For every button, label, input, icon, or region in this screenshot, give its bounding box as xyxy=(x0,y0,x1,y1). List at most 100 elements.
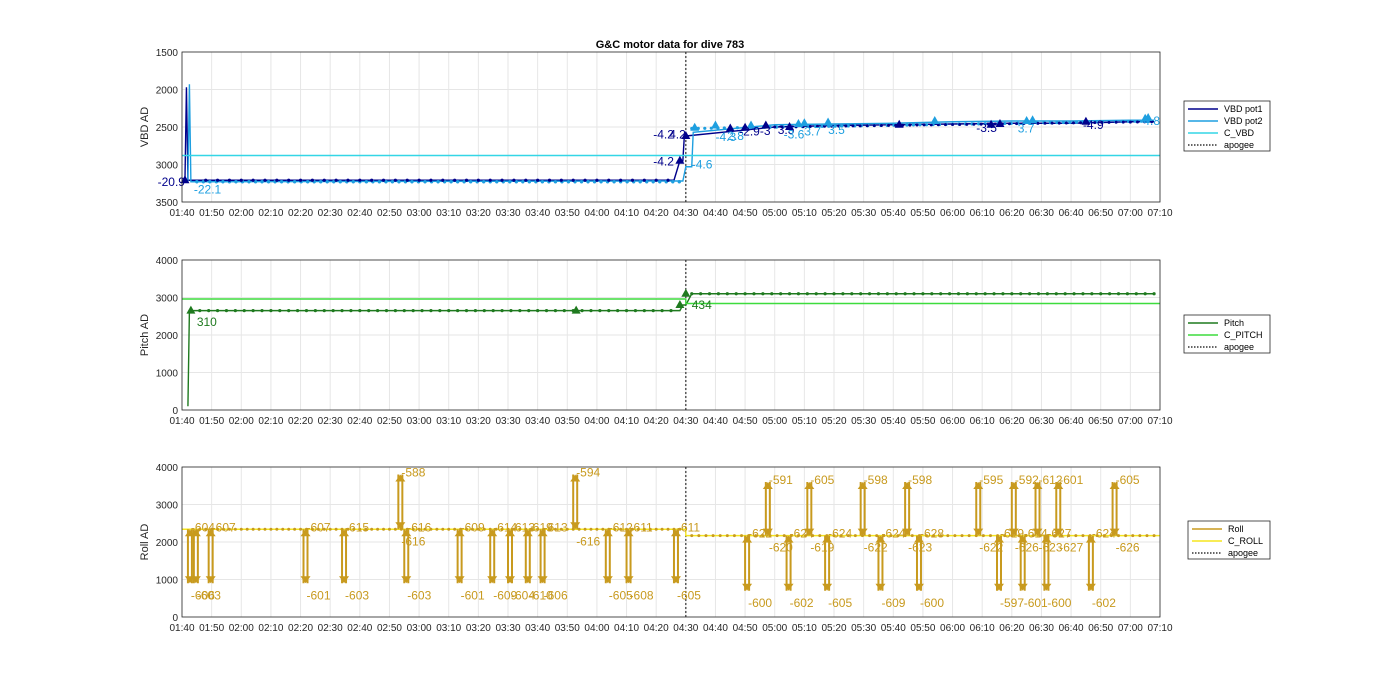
series-dot xyxy=(540,180,545,184)
pot1-dot xyxy=(393,178,397,182)
y-tick-label: 1000 xyxy=(156,369,179,380)
pitch-dot xyxy=(233,309,237,313)
pitch-dot xyxy=(215,309,220,313)
data-label: 310 xyxy=(197,315,217,329)
pitch-dot xyxy=(1028,292,1032,296)
x-tick-label: 03:50 xyxy=(555,623,580,634)
pitch-dot xyxy=(761,292,765,296)
pitch-dot xyxy=(624,309,629,313)
x-tick-label: 02:40 xyxy=(347,623,372,634)
roll-dot xyxy=(275,527,279,531)
x-tick-label: 07:00 xyxy=(1118,416,1143,427)
roll-label: -598 xyxy=(864,473,888,487)
roll-dot xyxy=(704,534,708,538)
roll-label: -605 xyxy=(810,473,834,487)
x-tick-label: 01:40 xyxy=(169,623,194,634)
pot1-dot xyxy=(887,123,891,127)
series-dot xyxy=(364,180,369,184)
roll-label: -611 xyxy=(677,520,700,534)
x-tick-label: 04:40 xyxy=(703,416,728,427)
pot1-dot xyxy=(453,178,457,182)
vbd-subplot: 01:40 01:50 02:00 02:10 02:20 02:30 02:40 02:50… xyxy=(139,48,1271,219)
roll-label: -606 xyxy=(544,588,568,602)
x-tick-label: 04:20 xyxy=(644,416,669,427)
pitch-dot xyxy=(743,292,747,296)
x-tick-label: 06:00 xyxy=(940,416,965,427)
pitch-dot xyxy=(1001,292,1005,296)
pitch-dot xyxy=(823,292,827,296)
x-tick-label: 07:10 xyxy=(1147,416,1172,427)
x-tick-label: 02:40 xyxy=(347,208,372,219)
roll-label: -626 xyxy=(1116,541,1140,555)
pitch-dot xyxy=(850,292,854,296)
roll-dot xyxy=(946,534,950,538)
pot1-dot xyxy=(429,178,433,182)
x-tick-label: 03:40 xyxy=(525,208,550,219)
roll-dot xyxy=(239,527,243,531)
x-tick-label: 06:40 xyxy=(1059,208,1084,219)
pot1-dot xyxy=(500,178,504,182)
series-dot xyxy=(423,180,427,184)
x-tick-label: 06:00 xyxy=(940,623,965,634)
pot1-dot xyxy=(547,178,552,182)
pitch-dot xyxy=(607,309,611,313)
pitch-dot xyxy=(207,309,211,313)
x-tick-label: 01:50 xyxy=(199,208,224,219)
pitch-dot xyxy=(384,309,389,313)
pot1-dot xyxy=(922,123,926,127)
pitch-dot xyxy=(482,309,486,313)
pitch-dot xyxy=(669,309,673,313)
x-tick-label: 01:40 xyxy=(169,208,194,219)
pitch-dot xyxy=(1010,292,1014,296)
roll-dot xyxy=(269,527,273,531)
x-tick-label: 03:50 xyxy=(555,208,580,219)
roll-dot xyxy=(868,534,872,538)
roll-dot xyxy=(257,527,261,531)
pitch-dot xyxy=(1152,292,1156,296)
pot1-dot xyxy=(619,178,623,182)
pitch-dot xyxy=(518,309,522,313)
x-tick-label: 05:30 xyxy=(851,416,876,427)
x-tick-label: 03:30 xyxy=(495,416,520,427)
roll-dot xyxy=(1131,534,1135,538)
pitch-dot xyxy=(544,309,549,313)
pitch-dot xyxy=(598,309,602,313)
data-label: 3.7 xyxy=(1018,122,1035,136)
roll-dot xyxy=(287,527,291,531)
series-dot xyxy=(436,180,440,184)
x-tick-label: 06:10 xyxy=(970,208,995,219)
pot1-dot xyxy=(536,178,540,182)
pot1-dot xyxy=(666,178,670,182)
pitch-dot xyxy=(349,309,353,313)
pot1-dot xyxy=(607,178,611,182)
pot1-dot xyxy=(1043,121,1047,125)
pitch-dot xyxy=(912,292,916,296)
pot1-dot xyxy=(583,178,587,182)
y-axis-label: Roll AD xyxy=(139,524,151,561)
pot1-dot xyxy=(346,178,350,182)
x-tick-label: 02:00 xyxy=(229,623,254,634)
series-dot xyxy=(390,180,395,184)
pot2-dot xyxy=(703,126,707,130)
roll-dot xyxy=(1152,534,1156,538)
roll-label: -601 xyxy=(461,588,485,602)
series-dot xyxy=(553,180,558,184)
pitch-dot xyxy=(752,292,756,296)
data-label: -3 xyxy=(760,124,771,138)
pitch-dot xyxy=(965,292,969,296)
legend-entry: VBD pot2 xyxy=(1224,116,1263,126)
x-tick-label: 06:10 xyxy=(970,623,995,634)
series-dot xyxy=(579,180,584,184)
x-tick-label: 02:50 xyxy=(377,208,402,219)
roll-dot xyxy=(775,534,779,538)
pot1-dot xyxy=(322,178,326,182)
pitch-dot xyxy=(779,292,783,296)
data-label: -4.8 xyxy=(1139,114,1160,128)
pitch-dot xyxy=(1045,292,1049,296)
pot1-dot xyxy=(1121,120,1125,124)
pitch-dot xyxy=(805,292,809,296)
roll-label: -597 xyxy=(1000,596,1024,610)
x-tick-label: 05:20 xyxy=(821,208,846,219)
pitch-dot xyxy=(716,292,721,296)
x-tick-label: 03:20 xyxy=(466,623,491,634)
